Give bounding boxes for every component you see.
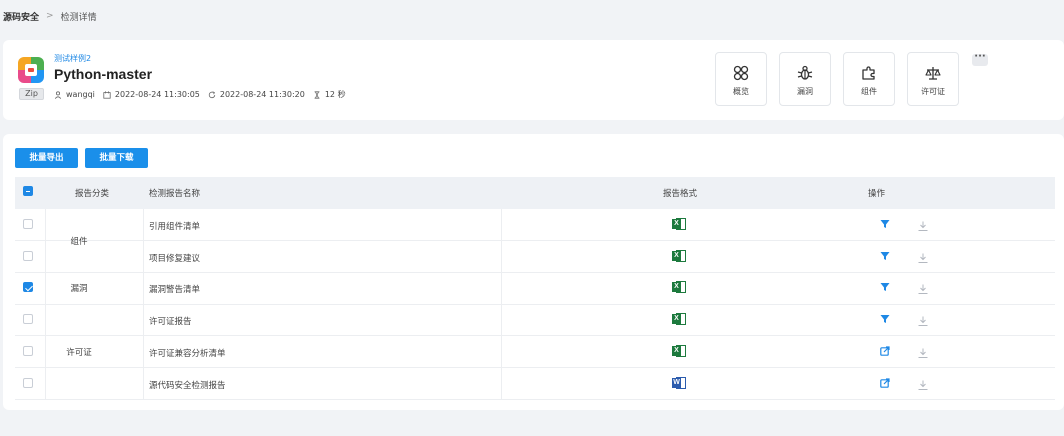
scale-icon: [925, 67, 941, 80]
table-row: 引用组件清单 X: [15, 209, 1055, 242]
sample-link[interactable]: 测试样例2: [54, 53, 91, 64]
report-name: 许可证报告: [149, 317, 192, 328]
batch-download-button[interactable]: 批量下载: [85, 148, 148, 168]
category-cell: 组件: [70, 236, 88, 247]
hourglass-icon: [314, 90, 320, 99]
more-button[interactable]: ···: [972, 52, 988, 66]
header-format: 报告格式: [663, 189, 698, 199]
filter-icon[interactable]: [880, 314, 890, 324]
batch-export-button[interactable]: 批量导出: [15, 148, 78, 168]
nav-component-label: 组件: [861, 87, 877, 96]
category-cell: 许可证: [66, 347, 92, 358]
filter-icon[interactable]: [880, 282, 890, 292]
project-type-tag: Zip: [19, 88, 44, 100]
report-name: 漏洞警告清单: [149, 285, 201, 296]
nav-overview-button[interactable]: 概览: [715, 52, 767, 106]
download-icon[interactable]: [918, 284, 928, 295]
nav-license-label: 许可证: [921, 87, 945, 96]
filter-icon[interactable]: [880, 251, 890, 261]
table-row: 项目修复建议 X: [15, 241, 1055, 273]
breadcrumb-current: 检测详情: [60, 12, 97, 23]
bug-icon: [797, 65, 813, 80]
puzzle-icon: [862, 66, 875, 80]
row-checkbox[interactable]: [23, 219, 33, 229]
project-title: Python-master: [54, 66, 153, 82]
project-logo-icon: [18, 57, 44, 83]
report-list-card: 批量导出 批量下载 报告分类 检测报告名称 报告格式 操作 引用组件清单 X 项…: [3, 134, 1064, 410]
download-icon[interactable]: [918, 380, 928, 390]
excel-icon[interactable]: X: [672, 281, 686, 294]
row-checkbox[interactable]: [23, 250, 33, 261]
download-icon[interactable]: [918, 348, 928, 358]
select-all-checkbox[interactable]: [23, 186, 33, 196]
row-checkbox[interactable]: [23, 314, 33, 325]
excel-icon[interactable]: X: [672, 218, 686, 230]
excel-icon[interactable]: X: [672, 344, 686, 357]
nav-license-button[interactable]: 许可证: [907, 52, 959, 106]
nav-vulnerability-button[interactable]: 漏洞: [779, 52, 831, 106]
nav-vulnerability-label: 漏洞: [797, 87, 813, 96]
share-icon[interactable]: [880, 377, 890, 388]
header-name: 检测报告名称: [149, 189, 201, 199]
word-icon[interactable]: W: [672, 376, 686, 389]
table-header: 报告分类 检测报告名称 报告格式 操作: [15, 177, 1055, 209]
project-meta: wangqi 2022-08-24 11:30:05 2022-08-24 11…: [54, 89, 354, 100]
project-header-card: Zip 测试样例2 Python-master wangqi 2022-08-2…: [3, 40, 1064, 120]
user-icon: [54, 90, 62, 99]
category-cell: 漏洞: [70, 284, 88, 295]
breadcrumb-separator: >: [46, 11, 54, 21]
excel-icon[interactable]: X: [672, 313, 686, 326]
table-row: 许可证兼容分析清单 X: [15, 336, 1055, 368]
overview-icon: [733, 65, 749, 81]
table-row: 漏洞警告清单 X: [15, 272, 1055, 305]
header-category: 报告分类: [75, 189, 110, 199]
nav-component-button[interactable]: 组件: [843, 52, 895, 106]
download-icon[interactable]: [918, 316, 928, 327]
row-checkbox[interactable]: [23, 377, 33, 388]
report-name: 源代码安全检测报告: [149, 380, 226, 391]
table-row: 源代码安全检测报告 W: [15, 368, 1055, 400]
header-action: 操作: [868, 189, 886, 199]
breadcrumb: 源码安全 > 检测详情: [3, 9, 97, 23]
download-icon[interactable]: [918, 253, 928, 263]
project-end-time: 2022-08-24 11:30:20: [219, 90, 305, 99]
report-name: 许可证兼容分析清单: [149, 348, 226, 359]
download-icon[interactable]: [918, 221, 928, 231]
share-icon[interactable]: [880, 346, 890, 356]
refresh-icon: [208, 90, 216, 98]
report-name: 项目修复建议: [149, 253, 201, 264]
nav-overview-label: 概览: [733, 87, 749, 96]
report-name: 引用组件清单: [149, 222, 201, 232]
breadcrumb-root[interactable]: 源码安全: [3, 10, 39, 23]
project-duration: 12 秒: [324, 90, 346, 99]
filter-icon[interactable]: [880, 219, 890, 229]
calendar-icon: [103, 90, 111, 99]
project-start-time: 2022-08-24 11:30:05: [114, 90, 200, 99]
project-user: wangqi: [66, 90, 95, 99]
excel-icon[interactable]: X: [672, 249, 686, 262]
table-row: 许可证报告 X: [15, 304, 1055, 337]
